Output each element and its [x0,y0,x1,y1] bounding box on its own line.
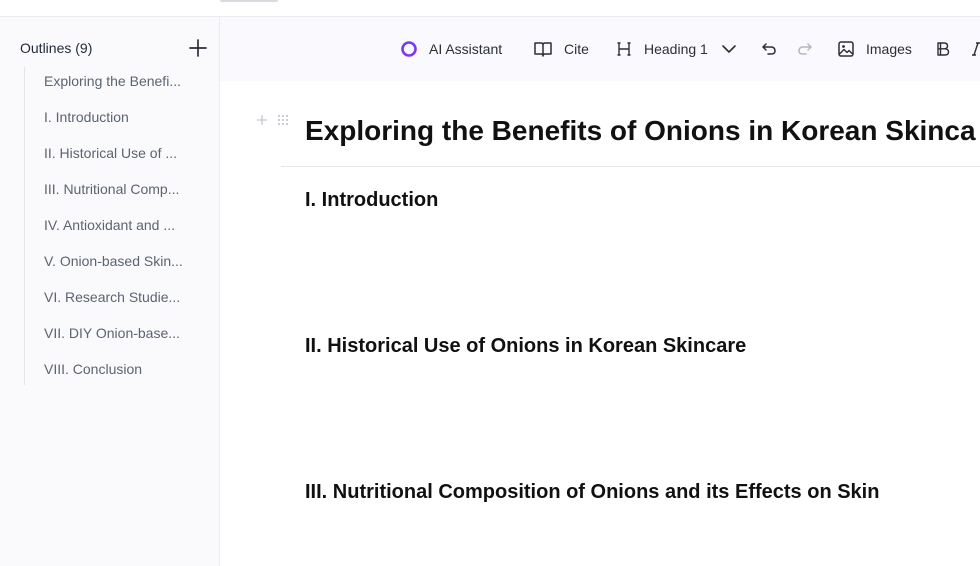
cite-button[interactable]: Cite [533,39,589,59]
outline-item-onion-skincare[interactable]: V. Onion-based Skin... [25,247,203,283]
app-window: Outlines (9) Exploring the Benefi... I. … [0,0,980,566]
heading-label: Heading 1 [644,41,708,57]
block-tools [256,114,292,128]
document-title[interactable]: Exploring the Benefits of Onions in Kore… [305,113,976,149]
outline-item-research[interactable]: VI. Research Studie... [25,283,203,319]
undo-button[interactable] [761,39,777,59]
cite-label: Cite [564,41,589,57]
bold-button[interactable] [936,39,950,59]
drag-handle-icon[interactable] [276,113,290,132]
outline-sidebar: Outlines (9) Exploring the Benefi... I. … [0,17,220,566]
ai-assistant-label: AI Assistant [429,41,503,57]
outline-item-antioxidant[interactable]: IV. Antioxidant and ... [25,211,203,247]
italic-button[interactable] [972,39,980,59]
outline-title: Outlines (9) [20,40,93,56]
plus-icon[interactable] [188,38,208,58]
outline-item-historical-use[interactable]: II. Historical Use of ... [25,139,203,175]
editor-toolbar: AI Assistant Cite Heading 1 Images [220,17,980,81]
bold-icon [936,41,950,57]
outline-item-title[interactable]: Exploring the Benefi... [25,67,203,103]
heading-select[interactable]: Heading 1 [617,39,737,59]
ai-assistant-button[interactable]: AI Assistant [400,39,502,59]
outline-list: Exploring the Benefi... I. Introduction … [24,67,203,385]
images-button[interactable]: Images [837,39,912,59]
plus-icon[interactable] [256,113,268,131]
top-tab-bar [0,0,980,17]
chevron-down-icon [721,41,737,57]
ring-icon [400,40,418,58]
outline-item-diy[interactable]: VII. DIY Onion-base... [25,319,203,355]
redo-icon [797,41,813,57]
active-tab-indicator[interactable] [220,0,278,2]
image-icon [837,40,855,58]
section-heading-nutritional[interactable]: III. Nutritional Composition of Onions a… [305,479,879,505]
redo-button[interactable] [797,39,813,59]
outline-item-conclusion[interactable]: VIII. Conclusion [25,355,203,385]
section-heading-historical-use[interactable]: II. Historical Use of Onions in Korean S… [305,333,746,359]
heading-icon [617,41,631,57]
document-editor[interactable]: Exploring the Benefits of Onions in Kore… [220,82,980,566]
section-heading-introduction[interactable]: I. Introduction [305,187,438,213]
book-icon [533,40,553,58]
title-divider [281,166,980,167]
outline-header: Outlines (9) [20,39,208,57]
undo-icon [761,41,777,57]
images-label: Images [866,41,912,57]
outline-item-introduction[interactable]: I. Introduction [25,103,203,139]
italic-icon [972,41,980,57]
outline-item-nutritional[interactable]: III. Nutritional Comp... [25,175,203,211]
